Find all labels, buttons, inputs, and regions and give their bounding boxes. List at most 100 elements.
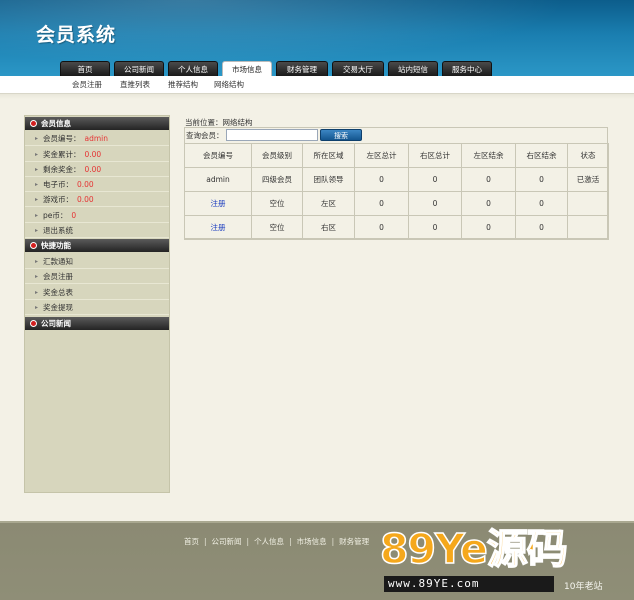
footer-separator: | [289, 537, 292, 546]
sidebar-item-value: admin [84, 134, 109, 143]
nav-tab-messages[interactable]: 站内短信 [388, 61, 438, 76]
table-cell: 0 [408, 215, 462, 240]
section-dot-icon [30, 242, 37, 249]
sidebar-item-value: 0.00 [84, 165, 102, 174]
sidebar-item-remaining-bonus: ▸ 剩余奖金： 0.00 [25, 162, 169, 177]
footer-link-company-news[interactable]: 公司新闻 [212, 537, 242, 546]
table-cell: 空位 [251, 215, 303, 240]
nav-tab-service-center[interactable]: 服务中心 [442, 61, 492, 76]
sidebar-item-label[interactable]: 奖金总表 [43, 288, 73, 297]
footer-link-finance[interactable]: 财务管理 [339, 537, 369, 546]
footer-separator: | [246, 537, 250, 546]
section-dot-icon [30, 320, 37, 327]
table-cell: 注册 [184, 215, 252, 240]
footer-separator: | [331, 537, 335, 546]
watermark-brand: 89Ye源码 [379, 524, 568, 574]
table-cell: 右区 [302, 215, 355, 240]
sidebar-item-value: 0 [71, 211, 77, 220]
sidebar-item-label[interactable]: 会员注册 [43, 272, 73, 281]
watermark-logo: 89Ye源码 [379, 524, 568, 574]
sidebar-item-e-coin: ▸ 电子币： 0.00 [25, 177, 169, 192]
sidebar-item-member-id: ▸ 会员编号： admin [25, 131, 169, 146]
sidebar-item-label[interactable]: 退出系统 [43, 226, 73, 235]
section-dot-icon [30, 120, 37, 127]
column-header: 会员编号 [184, 143, 252, 168]
sub-band [0, 94, 634, 99]
subnav-referral-structure[interactable]: 推荐结构 [168, 76, 198, 94]
table-header-row: 会员编号 会员级别 所在区域 左区总计 右区总计 左区结余 右区结余 状态 [184, 143, 609, 168]
table-cell: 0 [515, 191, 568, 216]
sidebar-item-value: 0.00 [84, 150, 102, 159]
nav-tab-company-news[interactable]: 公司新闻 [114, 61, 164, 76]
subnav-network-structure[interactable]: 网络结构 [214, 76, 244, 94]
footer-link-personal-info[interactable]: 个人信息 [254, 537, 284, 546]
sidebar-item-remittance-notice[interactable]: ▸ 汇款通知 [25, 254, 169, 269]
sidebar-header-label: 会员信息 [41, 119, 71, 128]
sidebar-item-label: pe币： [43, 211, 68, 220]
column-header: 状态 [567, 143, 609, 168]
search-input[interactable] [226, 129, 318, 141]
footer-links: 首页 | 公司新闻 | 个人信息 | 市场信息 | 财务管理 [184, 536, 369, 547]
subnav-direct-list[interactable]: 直推列表 [120, 76, 150, 94]
sidebar-header-label[interactable]: 公司新闻 [41, 319, 71, 328]
sidebar-header-company-news[interactable]: 公司新闻 [25, 317, 169, 330]
column-header: 左区总计 [354, 143, 409, 168]
footer-link-market-info[interactable]: 市场信息 [297, 537, 327, 546]
watermark-url: www.89YE.com [384, 576, 554, 592]
bullet-icon: ▸ [35, 258, 39, 265]
sidebar-header-label: 快捷功能 [41, 241, 71, 250]
subnav-member-register[interactable]: 会员注册 [72, 76, 102, 94]
column-header: 所在区域 [302, 143, 355, 168]
footer-separator: | [204, 537, 207, 546]
nav-tab-market-info[interactable]: 市场信息 [222, 61, 272, 77]
table-row: 注册 空位 左区 0 0 0 0 [184, 191, 609, 216]
app-title: 会员系统 [36, 24, 117, 46]
bullet-icon: ▸ [35, 289, 39, 296]
sidebar-item-label: 游戏币： [43, 195, 73, 204]
sidebar-item-value: 0.00 [77, 195, 94, 204]
nav-tab-personal-info[interactable]: 个人信息 [168, 61, 218, 76]
nav-tab-home[interactable]: 首页 [60, 61, 110, 76]
sidebar-item-member-register[interactable]: ▸ 会员注册 [25, 269, 169, 284]
sidebar-item-label: 剩余奖金： [43, 165, 81, 174]
sidebar-item-bonus-withdraw[interactable]: ▸ 奖金提现 [25, 300, 169, 315]
footer-link-home[interactable]: 首页 [184, 537, 199, 546]
bullet-icon: ▸ [35, 273, 39, 280]
table-cell: 0 [515, 167, 568, 192]
table-cell: 0 [515, 215, 568, 240]
sidebar-item-label: 奖金累计： [43, 150, 81, 159]
register-link[interactable]: 注册 [211, 223, 226, 232]
header: 会员系统 首页 公司新闻 个人信息 市场信息 财务管理 交易大厅 站内短信 服务… [0, 0, 634, 77]
bullet-icon: ▸ [35, 212, 39, 219]
bullet-icon: ▸ [35, 135, 39, 142]
bullet-icon: ▸ [35, 166, 39, 173]
sidebar-item-label: 电子币： [43, 180, 73, 189]
sidebar-item-value: 0.00 [77, 180, 94, 189]
bullet-icon: ▸ [35, 227, 39, 234]
table-cell: 四级会员 [251, 167, 303, 192]
search-button[interactable]: 搜索 [320, 129, 362, 141]
search-label: 查询会员： [186, 131, 224, 140]
sidebar-item-logout[interactable]: ▸ 退出系统 [25, 223, 169, 238]
table-cell: 0 [408, 167, 462, 192]
bullet-icon: ▸ [35, 151, 39, 158]
main-nav: 首页 公司新闻 个人信息 市场信息 财务管理 交易大厅 站内短信 服务中心 [60, 61, 496, 77]
table-cell: 左区 [302, 191, 355, 216]
table-cell [567, 215, 609, 240]
table-cell: 已激活 [567, 167, 609, 192]
bullet-icon: ▸ [35, 181, 39, 188]
table-row: 注册 空位 右区 0 0 0 0 [184, 215, 609, 240]
sidebar-item-label[interactable]: 汇款通知 [43, 257, 73, 266]
nav-tab-finance[interactable]: 财务管理 [276, 61, 328, 76]
nav-tab-trading-hall[interactable]: 交易大厅 [332, 61, 384, 76]
sidebar-item-bonus-summary[interactable]: ▸ 奖金总表 [25, 285, 169, 300]
table-cell: 0 [408, 191, 462, 216]
register-link[interactable]: 注册 [211, 199, 226, 208]
watermark: 89Ye源码 www.89YE.com 10年老站 [378, 524, 634, 600]
table-cell: 0 [354, 215, 409, 240]
sub-nav: 会员注册 直推列表 推荐结构 网络结构 [0, 76, 634, 94]
watermark-tagline: 10年老站 [564, 582, 603, 592]
sidebar-item-label[interactable]: 奖金提现 [43, 303, 73, 312]
table-cell: 0 [354, 191, 409, 216]
sidebar-item-label: 会员编号： [43, 134, 81, 143]
